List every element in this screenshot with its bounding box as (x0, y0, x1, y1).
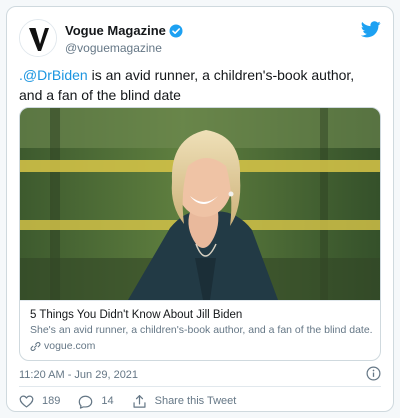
link-description: She's an avid runner, a children's-book … (30, 324, 372, 336)
timestamp-row: 11:20 AM - Jun 29, 2021 (19, 365, 381, 383)
twitter-bird-icon[interactable] (361, 21, 381, 38)
link-title[interactable]: 5 Things You Didn't Know About Jill Bide… (30, 308, 372, 323)
link-domain-row: vogue.com (30, 339, 372, 354)
link-preview-body: 5 Things You Didn't Know About Jill Bide… (20, 300, 380, 360)
share-label: Share this Tweet (154, 395, 237, 407)
heart-icon (19, 395, 34, 408)
vogue-v-logo-icon (20, 20, 56, 56)
link-domain: vogue.com (44, 340, 96, 352)
info-icon[interactable] (366, 366, 381, 381)
link-preview-card[interactable]: 5 Things You Didn't Know About Jill Bide… (19, 107, 381, 361)
jill-biden-photo (20, 108, 380, 300)
account-names: Vogue Magazine @voguemagazine (65, 23, 183, 55)
account-handle[interactable]: @voguemagazine (65, 41, 183, 55)
reply-count: 14 (101, 395, 114, 407)
timestamp[interactable]: 11:20 AM - Jun 29, 2021 (19, 369, 138, 381)
reply-bubble-icon (79, 395, 93, 409)
avatar[interactable] (19, 19, 57, 57)
share-icon (133, 394, 146, 408)
mention-link[interactable]: .@DrBiden (19, 67, 88, 83)
divider (19, 386, 381, 387)
like-count: 189 (42, 395, 61, 407)
tweet-card: Vogue Magazine @voguemagazine .@DrBiden … (6, 6, 394, 412)
link-icon (30, 341, 41, 352)
tweet-actions: 189 14 Share this Tweet (19, 391, 254, 411)
tweet-text: .@DrBiden is an avid runner, a children'… (19, 65, 381, 105)
tweet-header: Vogue Magazine @voguemagazine (19, 17, 381, 61)
verified-badge-icon (169, 24, 183, 37)
reply-button[interactable]: 14 (78, 394, 114, 409)
share-button[interactable]: Share this Tweet (132, 394, 237, 409)
display-name[interactable]: Vogue Magazine (65, 23, 166, 38)
like-button[interactable]: 189 (19, 394, 60, 409)
